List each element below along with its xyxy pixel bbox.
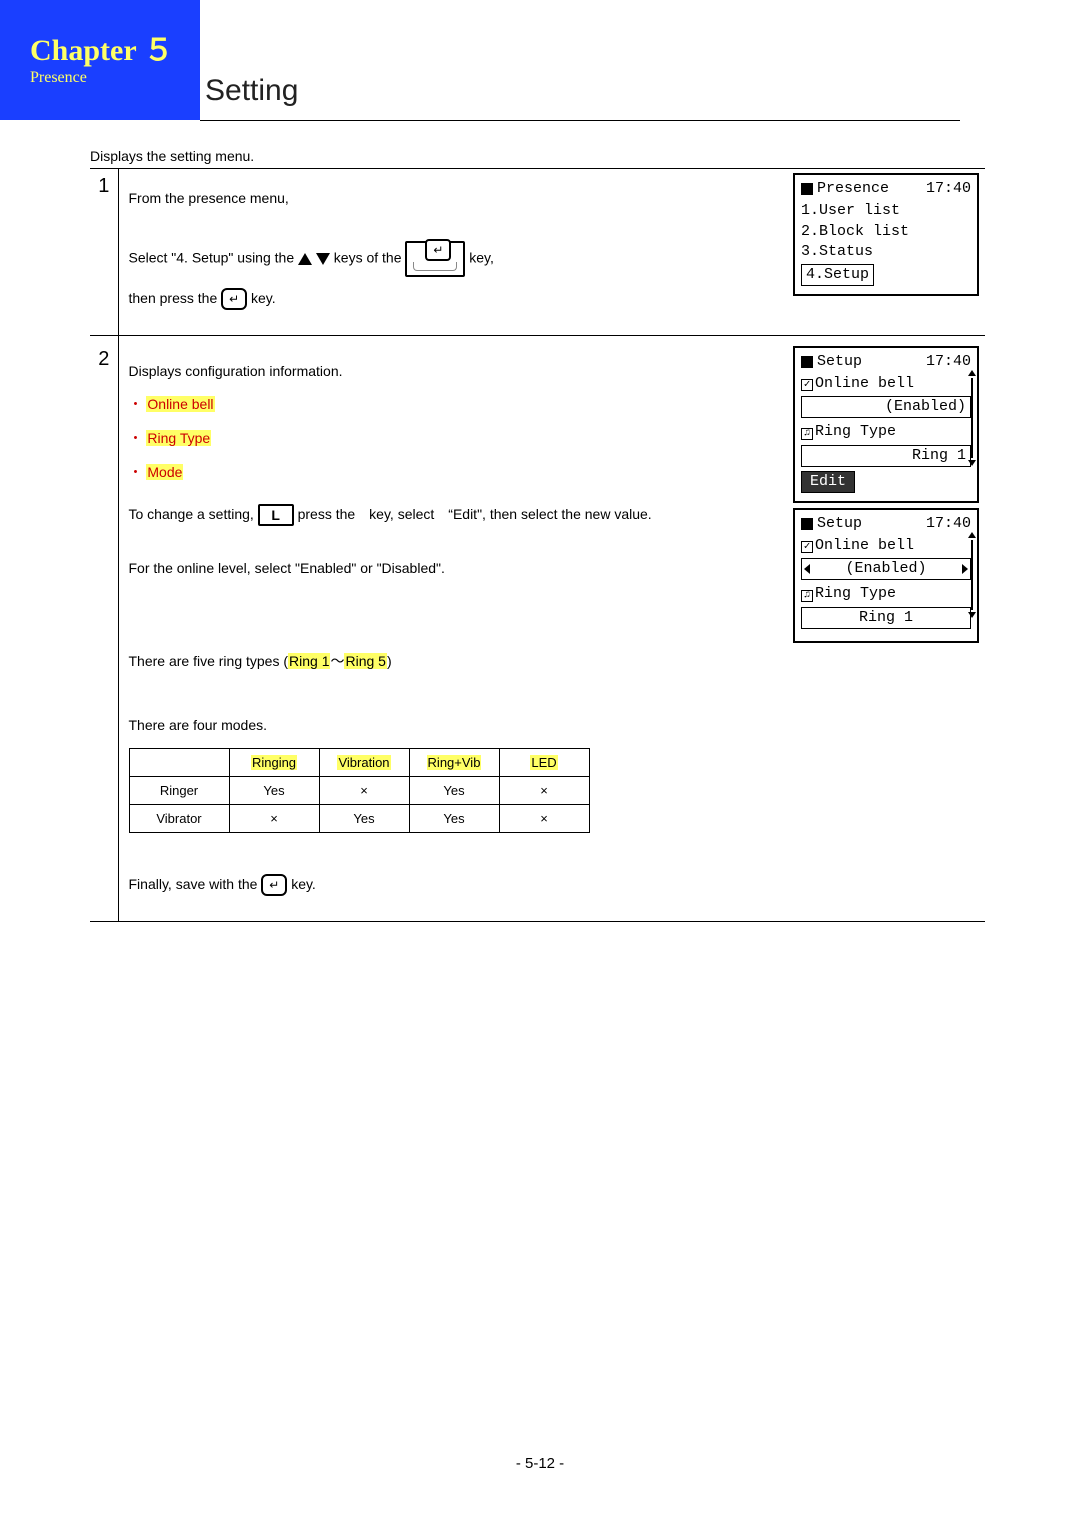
enter-key-icon: ↵ — [261, 874, 287, 896]
down-arrow-icon — [316, 253, 330, 265]
up-arrow-icon — [298, 253, 312, 265]
menu-item: 1.User list — [801, 201, 971, 221]
step-number: 2 — [90, 342, 118, 922]
content-area: Displays the setting menu. 1 From the pr… — [90, 148, 985, 928]
table-row: Ringer Yes × Yes × — [129, 776, 589, 804]
music-note-icon: ♫ — [801, 428, 813, 440]
checkbox-icon: ✓ — [801, 379, 813, 391]
square-icon — [801, 518, 813, 530]
mode-table: Ringing Vibration Ring+Vib LED Ringer Ye… — [129, 748, 590, 833]
device-screen-presence: Presence 17:40 1.User list 2.Block list … — [793, 173, 979, 296]
screen-title: Setup — [817, 514, 862, 534]
page-title: Setting — [205, 74, 298, 108]
screen-title: Presence — [817, 179, 889, 199]
col-header: Ring+Vib — [427, 755, 482, 770]
modes-intro: There are four modes. — [129, 714, 980, 738]
enter-key-icon: ↵ — [221, 288, 247, 310]
right-arrow-icon — [962, 564, 968, 574]
screen-time: 17:40 — [926, 179, 971, 199]
scroll-down-icon — [968, 460, 976, 466]
intro-text: Displays the setting menu. — [90, 148, 985, 164]
table-row: Vibrator × Yes Yes × — [129, 804, 589, 832]
screen-title: Setup — [817, 352, 862, 372]
screen-time: 17:40 — [926, 352, 971, 372]
step-number: 1 — [90, 169, 118, 335]
chapter-banner: Chapter ５ Presence — [0, 0, 200, 120]
value-box: Ring 1 — [801, 607, 971, 629]
col-header: LED — [530, 755, 557, 770]
l-key-icon: L — [258, 504, 294, 526]
device-screen-setup-edit: Setup 17:40 ✓Online bell (Enabled) ♫Ring… — [793, 508, 979, 643]
nav-key-icon — [405, 241, 465, 277]
value-box: (Enabled) — [801, 396, 971, 418]
chapter-label: Chapter ５ — [30, 25, 200, 69]
col-header: Vibration — [337, 755, 390, 770]
device-screen-setup: Setup 17:40 ✓Online bell (Enabled) ♫Ring… — [793, 346, 979, 504]
value-box-selector: (Enabled) — [801, 558, 971, 580]
ring-types-line: There are five ring types (Ring 1～Ring 5… — [129, 650, 980, 674]
square-icon — [801, 356, 813, 368]
value-box: Ring 1 — [801, 445, 971, 467]
menu-item: 3.Status — [801, 242, 971, 262]
menu-item: 2.Block list — [801, 222, 971, 242]
col-header: Ringing — [251, 755, 297, 770]
title-underline — [200, 120, 960, 121]
scrollbar — [969, 370, 975, 466]
music-note-icon: ♫ — [801, 590, 813, 602]
square-icon — [801, 183, 813, 195]
screen-time: 17:40 — [926, 514, 971, 534]
menu-item-selected: 4.Setup — [801, 264, 874, 286]
page-number: - 5-12 - — [0, 1455, 1080, 1472]
final-save-line: Finally, save with the ↵ key. — [129, 873, 980, 897]
scrollbar — [969, 532, 975, 618]
checkbox-icon: ✓ — [801, 541, 813, 553]
section-label: Presence — [30, 69, 200, 87]
scroll-down-icon — [968, 612, 976, 618]
scroll-up-icon — [968, 370, 976, 376]
edit-button: Edit — [801, 471, 855, 493]
scroll-up-icon — [968, 532, 976, 538]
